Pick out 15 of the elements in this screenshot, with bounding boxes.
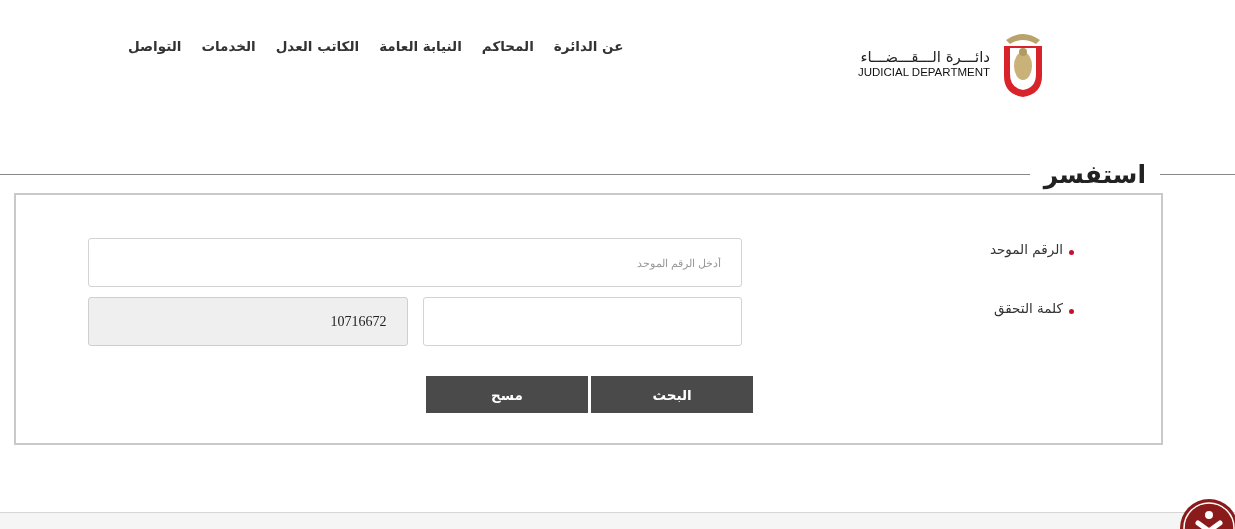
- nav-link[interactable]: النيابة العامة: [379, 38, 462, 54]
- nav-link[interactable]: المحاكم: [481, 38, 534, 54]
- clear-button[interactable]: مسح: [426, 376, 588, 413]
- field-label: كلمة التحقق: [742, 297, 1074, 346]
- nav-link[interactable]: الخدمات: [201, 38, 256, 54]
- logo-arabic-text: دائـــرة الـــقـــضـــاء: [860, 48, 990, 66]
- section-title: استفسر: [1041, 159, 1147, 189]
- nav-link[interactable]: عن الدائرة: [553, 38, 624, 54]
- search-button[interactable]: البحث: [591, 376, 753, 413]
- field-label: الرقم الموحد: [742, 238, 1074, 287]
- captcha-code: 10716672: [88, 297, 408, 346]
- nav-link[interactable]: التواصل: [128, 38, 182, 54]
- logo-english-text: JUDICIAL DEPARTMENT: [857, 66, 990, 78]
- nav-link[interactable]: الكاتب العدل: [275, 38, 360, 54]
- input-field[interactable]: [422, 297, 742, 346]
